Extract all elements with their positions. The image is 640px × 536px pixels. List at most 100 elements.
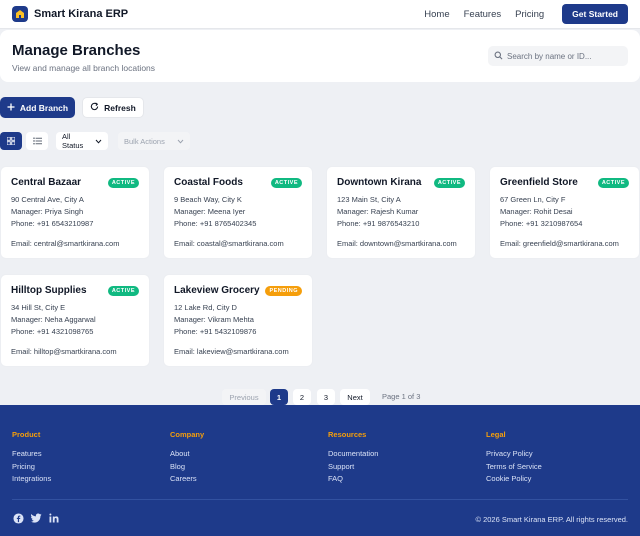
branch-card[interactable]: Coastal Foods ACTIVE 9 Beach Way, City K… [163, 166, 313, 259]
footer-link[interactable]: FAQ [328, 473, 378, 486]
branch-address: 34 Hill St, City E [11, 303, 66, 312]
page-1-button[interactable]: 1 [270, 389, 288, 405]
grid-view-button[interactable] [0, 132, 22, 150]
status-filter-value: All Status [62, 132, 84, 150]
branch-name: Downtown Kirana [337, 177, 422, 188]
branch-manager: Manager: Rajesh Kumar [337, 207, 419, 216]
footer-link[interactable]: Blog [170, 461, 204, 474]
branch-phone: Phone: +91 3210987654 [500, 219, 583, 228]
branch-email: Email: greenfield@smartkirana.com [500, 239, 619, 248]
branch-address: 9 Beach Way, City K [174, 195, 242, 204]
branch-phone: Phone: +91 9876543210 [337, 219, 420, 228]
search-icon [494, 47, 503, 65]
branch-email: Email: coastal@smartkirana.com [174, 239, 284, 248]
list-icon [32, 132, 42, 150]
branch-manager: Manager: Neha Aggarwal [11, 315, 96, 324]
branch-manager: Manager: Vikram Mehta [174, 315, 254, 324]
branch-name: Lakeview Grocery [174, 285, 260, 296]
footer-divider [12, 499, 628, 500]
refresh-button[interactable]: Refresh [82, 97, 144, 118]
status-badge: ACTIVE [270, 177, 302, 188]
footer-link[interactable]: Privacy Policy [486, 448, 542, 461]
plus-icon [7, 103, 15, 113]
footer-column-product: Product Features Pricing Integrations [12, 430, 51, 486]
footer-column-company: Company About Blog Careers [170, 430, 204, 486]
previous-page-button[interactable]: Previous [222, 389, 266, 405]
top-nav: Smart Kirana ERP Home Features Pricing G… [0, 0, 640, 29]
branch-manager: Manager: Meena Iyer [174, 207, 246, 216]
store-logo-icon [12, 6, 28, 22]
footer-heading: Resources [328, 430, 367, 439]
nav-link-home[interactable]: Home [424, 9, 449, 20]
refresh-label: Refresh [104, 102, 136, 113]
brand[interactable]: Smart Kirana ERP [12, 6, 128, 22]
footer-link[interactable]: Pricing [12, 461, 51, 474]
branch-address: 67 Green Ln, City F [500, 195, 566, 204]
branch-phone: Phone: +91 6543210987 [11, 219, 94, 228]
branch-email: Email: central@smartkirana.com [11, 239, 120, 248]
branch-name: Central Bazaar [11, 177, 82, 188]
chevron-down-icon [177, 137, 184, 146]
status-badge: ACTIVE [107, 285, 139, 296]
status-badge: ACTIVE [107, 177, 139, 188]
page-info: Page 1 of 3 [382, 392, 421, 401]
branch-card[interactable]: Downtown Kirana ACTIVE 123 Main St, City… [326, 166, 476, 259]
add-branch-label: Add Branch [19, 102, 69, 113]
status-badge: ACTIVE [433, 177, 465, 188]
branch-address: 123 Main St, City A [337, 195, 401, 204]
footer-link[interactable]: Features [12, 448, 51, 461]
branch-email: Email: hilltop@smartkirana.com [11, 347, 117, 356]
page-header: Manage Branches View and manage all bran… [0, 30, 640, 82]
footer-heading: Legal [486, 430, 506, 439]
footer-column-legal: Legal Privacy Policy Terms of Service Co… [486, 430, 542, 486]
nav-link-pricing[interactable]: Pricing [515, 9, 544, 20]
branch-card[interactable]: Hilltop Supplies ACTIVE 34 Hill St, City… [0, 274, 150, 367]
footer: Product Features Pricing Integrations Co… [0, 405, 640, 536]
facebook-icon[interactable] [12, 512, 24, 524]
brand-name: Smart Kirana ERP [34, 8, 129, 20]
grid-icon [6, 132, 16, 150]
branch-card[interactable]: Greenfield Store ACTIVE 67 Green Ln, Cit… [489, 166, 640, 259]
add-branch-button[interactable]: Add Branch [0, 97, 75, 118]
footer-heading: Company [170, 430, 205, 439]
page-subtitle: View and manage all branch locations [12, 63, 156, 73]
bulk-actions-value: Bulk Actions [124, 136, 165, 146]
branch-name: Coastal Foods [174, 177, 243, 188]
page-3-button[interactable]: 3 [317, 389, 335, 405]
list-view-button[interactable] [26, 132, 48, 150]
branch-name: Greenfield Store [500, 177, 578, 188]
footer-link[interactable]: About [170, 448, 204, 461]
page-title: Manage Branches [12, 42, 141, 59]
branch-manager: Manager: Priya Singh [11, 207, 84, 216]
branch-phone: Phone: +91 4321098765 [11, 327, 94, 336]
status-badge: ACTIVE [597, 177, 629, 188]
branch-card[interactable]: Lakeview Grocery PENDING 12 Lake Rd, Cit… [163, 274, 313, 367]
linkedin-icon[interactable] [48, 512, 60, 524]
get-started-button[interactable]: Get Started [562, 4, 628, 24]
search-input[interactable] [507, 51, 627, 61]
branch-card[interactable]: Central Bazaar ACTIVE 90 Central Ave, Ci… [0, 166, 150, 259]
branch-manager: Manager: Rohit Desai [500, 207, 573, 216]
footer-link[interactable]: Careers [170, 473, 204, 486]
status-filter-select[interactable]: All Status [56, 132, 108, 150]
footer-link[interactable]: Terms of Service [486, 461, 542, 474]
branch-address: 12 Lake Rd, City D [174, 303, 237, 312]
branch-phone: Phone: +91 8765402345 [174, 219, 257, 228]
branch-phone: Phone: +91 5432109876 [174, 327, 257, 336]
branch-email: Email: lakeview@smartkirana.com [174, 347, 289, 356]
twitter-icon[interactable] [30, 512, 42, 524]
footer-link[interactable]: Cookie Policy [486, 473, 542, 486]
footer-link[interactable]: Documentation [328, 448, 378, 461]
branch-name: Hilltop Supplies [11, 285, 87, 296]
footer-link[interactable]: Support [328, 461, 378, 474]
page-2-button[interactable]: 2 [293, 389, 311, 405]
footer-column-resources: Resources Documentation Support FAQ [328, 430, 378, 486]
refresh-icon [90, 102, 99, 113]
next-page-button[interactable]: Next [340, 389, 370, 405]
search-box[interactable] [488, 46, 628, 66]
chevron-down-icon [95, 137, 102, 146]
footer-heading: Product [12, 430, 41, 439]
bulk-actions-select[interactable]: Bulk Actions [118, 132, 190, 150]
nav-link-features[interactable]: Features [464, 9, 502, 20]
footer-link[interactable]: Integrations [12, 473, 51, 486]
